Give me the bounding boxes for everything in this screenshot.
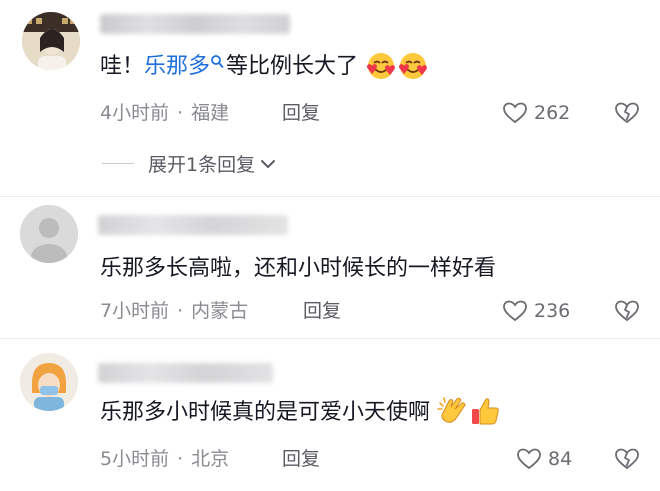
- comment-text: 哇！乐那多 等比例长大了: [100, 52, 429, 82]
- like-button[interactable]: 236: [502, 298, 570, 324]
- heart-outline-icon: [503, 300, 527, 322]
- search-icon: [211, 55, 224, 68]
- username-blurred[interactable]: [98, 363, 273, 383]
- reply-button[interactable]: 回复: [282, 100, 320, 126]
- avatar[interactable]: [22, 12, 80, 70]
- chevron-down-icon: [261, 159, 276, 168]
- location: 内蒙古: [191, 300, 249, 322]
- like-count: 236: [534, 300, 571, 322]
- reply-button[interactable]: 回复: [282, 446, 320, 472]
- username-blurred[interactable]: [100, 14, 290, 34]
- broken-heart-icon[interactable]: [614, 100, 640, 126]
- smiling-face-with-hearts-icon: [367, 53, 395, 79]
- avatar[interactable]: [20, 353, 78, 411]
- comment-text: 乐那多长高啦，还和小时候长的一样好看: [100, 256, 497, 281]
- comment-meta: 4小时前 · 福建: [100, 102, 230, 124]
- like-count: 84: [548, 448, 573, 470]
- location: 福建: [191, 102, 230, 124]
- comment-meta: 7小时前 · 内蒙古: [100, 300, 249, 322]
- broken-heart-icon[interactable]: [614, 298, 640, 324]
- comment-item: 乐那多长高啦，还和小时候长的一样好看 7小时前 · 内蒙古 回复 236: [0, 197, 660, 337]
- heart-outline-icon: [503, 102, 527, 124]
- like-button[interactable]: 84: [516, 446, 572, 472]
- thumbs-up-icon: [472, 398, 499, 425]
- comment-text-body: 乐那多小时候真的是可爱小天使啊: [100, 400, 431, 425]
- mention-name: 乐那多: [144, 54, 211, 79]
- comment-item: 乐那多小时候真的是可爱小天使啊 5小时前 · 北京 回复 84: [0, 339, 660, 491]
- heart-outline-icon: [517, 448, 541, 470]
- like-button[interactable]: 262: [502, 100, 570, 126]
- reply-button[interactable]: 回复: [303, 298, 341, 324]
- timestamp: 4小时前: [100, 102, 170, 124]
- smiling-face-with-hearts-icon: [399, 53, 427, 79]
- username-blurred[interactable]: [98, 215, 288, 235]
- timestamp: 5小时前: [100, 448, 170, 470]
- comment-text-prefix: 哇！: [100, 54, 145, 79]
- like-count: 262: [534, 102, 571, 124]
- location: 北京: [191, 448, 230, 470]
- comment-item: 哇！乐那多 等比例长大了 4小时前 · 福建 回复 262 展开1条回复: [0, 0, 660, 195]
- comment-text: 乐那多小时候真的是可爱小天使啊: [100, 397, 501, 428]
- avatar[interactable]: [20, 205, 78, 263]
- expand-label: 展开1条回复: [148, 154, 256, 176]
- expand-divider: [102, 163, 134, 164]
- broken-heart-icon[interactable]: [614, 446, 640, 472]
- mention-link[interactable]: 乐那多: [144, 54, 226, 79]
- comment-meta: 5小时前 · 北京: [100, 448, 230, 470]
- comment-text-body: 等比例长大了: [226, 54, 359, 79]
- expand-replies-button[interactable]: 展开1条回复: [102, 150, 277, 177]
- clapping-hands-icon: [437, 397, 466, 423]
- timestamp: 7小时前: [100, 300, 170, 322]
